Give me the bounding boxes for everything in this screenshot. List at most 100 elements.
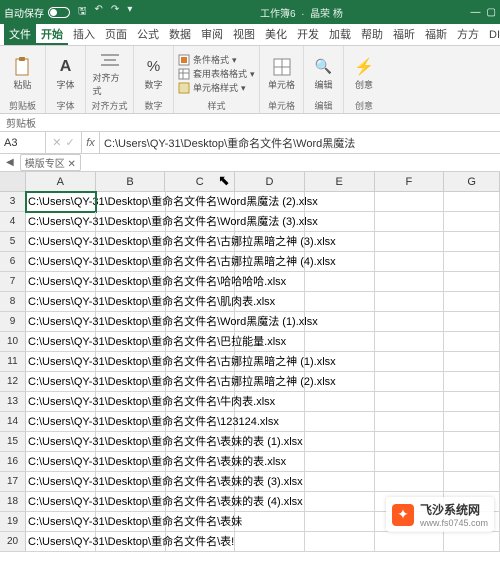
cell[interactable] [305, 332, 375, 352]
window-min-icon[interactable]: — [471, 7, 481, 18]
cell[interactable] [375, 372, 445, 392]
cell[interactable] [444, 432, 500, 452]
cell[interactable] [375, 352, 445, 372]
tab-方方[interactable]: 方方 [452, 24, 484, 45]
tab-插入[interactable]: 插入 [68, 24, 100, 45]
cell[interactable] [375, 272, 445, 292]
cell[interactable] [444, 372, 500, 392]
cell[interactable] [444, 452, 500, 472]
tab-文件[interactable]: 文件 [4, 24, 36, 45]
ideas-button[interactable]: ⚡ 创意 [348, 57, 380, 91]
autosave-control[interactable]: 自动保存 [4, 5, 70, 20]
tab-帮助[interactable]: 帮助 [356, 24, 388, 45]
cell[interactable] [444, 412, 500, 432]
tab-DIY[interactable]: DIY [484, 24, 500, 45]
formula-input[interactable]: C:\Users\QY-31\Desktop\重命名文件名\Word黑魔法 [100, 132, 500, 153]
cell[interactable]: C:\Users\QY-31\Desktop\重命名文件名\表妹 [26, 512, 96, 532]
cell[interactable]: C:\Users\QY-31\Desktop\重命名文件名\表妹的表 (1).x… [26, 432, 96, 452]
row-header[interactable]: 14 [0, 412, 26, 431]
cell[interactable]: C:\Users\QY-31\Desktop\重命名文件名\古娜拉黑暗之神 (1… [26, 352, 96, 372]
row-header[interactable]: 19 [0, 512, 26, 531]
enter-icon[interactable]: ✓ [66, 136, 75, 149]
tab-页面[interactable]: 页面 [100, 24, 132, 45]
table-format-button[interactable]: 套用表格格式 ▾ [178, 67, 255, 81]
row-header[interactable]: 8 [0, 292, 26, 311]
cell[interactable]: C:\Users\QY-31\Desktop\重命名文件名\Word黑魔法 (1… [26, 312, 96, 332]
cell[interactable] [305, 412, 375, 432]
row-header[interactable]: 13 [0, 392, 26, 411]
cell[interactable] [305, 452, 375, 472]
tab-数据[interactable]: 数据 [164, 24, 196, 45]
row-header[interactable]: 15 [0, 432, 26, 451]
cell[interactable] [444, 392, 500, 412]
conditional-format-button[interactable]: 条件格式 ▾ [178, 53, 237, 67]
row-header[interactable]: 3 [0, 192, 26, 211]
cell[interactable]: C:\Users\QY-31\Desktop\重命名文件名\古娜拉黑暗之神 (2… [26, 372, 96, 392]
cell[interactable] [375, 392, 445, 412]
cell[interactable] [444, 232, 500, 252]
cell[interactable]: C:\Users\QY-31\Desktop\重命名文件名\Word黑魔法 (2… [26, 192, 96, 212]
cell[interactable]: C:\Users\QY-31\Desktop\重命名文件名\123124.xls… [26, 412, 96, 432]
tab-公式[interactable]: 公式 [132, 24, 164, 45]
tab-开始[interactable]: 开始 [36, 24, 68, 45]
align-button[interactable]: 对齐方式 [93, 50, 127, 97]
cell[interactable]: C:\Users\QY-31\Desktop\重命名文件名\表! [26, 532, 96, 552]
col-header-F[interactable]: F [375, 172, 445, 191]
row-header[interactable]: 5 [0, 232, 26, 251]
cell[interactable] [305, 432, 375, 452]
cell[interactable] [235, 512, 305, 532]
cell[interactable] [444, 252, 500, 272]
cell[interactable] [375, 292, 445, 312]
cell[interactable] [375, 412, 445, 432]
tab-视图[interactable]: 视图 [228, 24, 260, 45]
cancel-icon[interactable]: ✕ [52, 136, 61, 149]
select-all-corner[interactable] [0, 172, 26, 191]
col-header-E[interactable]: E [305, 172, 375, 191]
name-box[interactable]: A3 [0, 132, 46, 153]
cell[interactable]: C:\Users\QY-31\Desktop\重命名文件名\古娜拉黑暗之神 (3… [26, 232, 96, 252]
template-zone-button[interactable]: 模版专区 ✕ [20, 154, 81, 171]
cell[interactable] [444, 192, 500, 212]
row-header[interactable]: 7 [0, 272, 26, 291]
tab-美化[interactable]: 美化 [260, 24, 292, 45]
cell[interactable] [444, 272, 500, 292]
cell[interactable] [305, 392, 375, 412]
col-header-G[interactable]: G [444, 172, 500, 191]
cell[interactable]: C:\Users\QY-31\Desktop\重命名文件名\哈哈哈哈.xlsx [26, 272, 96, 292]
row-header[interactable]: 11 [0, 352, 26, 371]
tab-加载[interactable]: 加载 [324, 24, 356, 45]
cell[interactable]: C:\Users\QY-31\Desktop\重命名文件名\表妹的表 (4).x… [26, 492, 96, 512]
row-header[interactable]: 9 [0, 312, 26, 331]
cell-style-button[interactable]: 单元格样式 ▾ [178, 81, 246, 95]
tab-审阅[interactable]: 审阅 [196, 24, 228, 45]
row-header[interactable]: 18 [0, 492, 26, 511]
cell[interactable]: C:\Users\QY-31\Desktop\重命名文件名\牛肉表.xlsx [26, 392, 96, 412]
cell[interactable] [375, 532, 445, 552]
cell[interactable] [305, 472, 375, 492]
cell[interactable] [305, 492, 375, 512]
cell[interactable]: C:\Users\QY-31\Desktop\重命名文件名\表妹的表 (3).x… [26, 472, 96, 492]
cell[interactable] [375, 192, 445, 212]
cell[interactable] [444, 312, 500, 332]
row-header[interactable]: 12 [0, 372, 26, 391]
row-header[interactable]: 10 [0, 332, 26, 351]
cell[interactable]: C:\Users\QY-31\Desktop\重命名文件名\肌肉表.xlsx [26, 292, 96, 312]
editing-button[interactable]: 🔍 编辑 [308, 57, 339, 91]
cell[interactable] [444, 212, 500, 232]
col-header-B[interactable]: B [96, 172, 166, 191]
tab-福昕[interactable]: 福昕 [388, 24, 420, 45]
col-header-C[interactable]: C [165, 172, 235, 191]
cell[interactable] [305, 292, 375, 312]
undo-icon[interactable]: ↶ [95, 4, 103, 21]
col-header-D[interactable]: D [235, 172, 305, 191]
cell[interactable] [305, 532, 375, 552]
window-max-icon[interactable]: ▢ [487, 7, 496, 18]
font-button[interactable]: A 字体 [50, 57, 81, 91]
autosave-toggle-icon[interactable] [48, 7, 70, 18]
cell[interactable] [235, 532, 305, 552]
cell[interactable] [375, 232, 445, 252]
cell[interactable] [375, 472, 445, 492]
template-prev-icon[interactable]: ◀ [6, 157, 14, 168]
save-icon[interactable]: 🖫 [78, 4, 87, 21]
cell[interactable] [444, 472, 500, 492]
